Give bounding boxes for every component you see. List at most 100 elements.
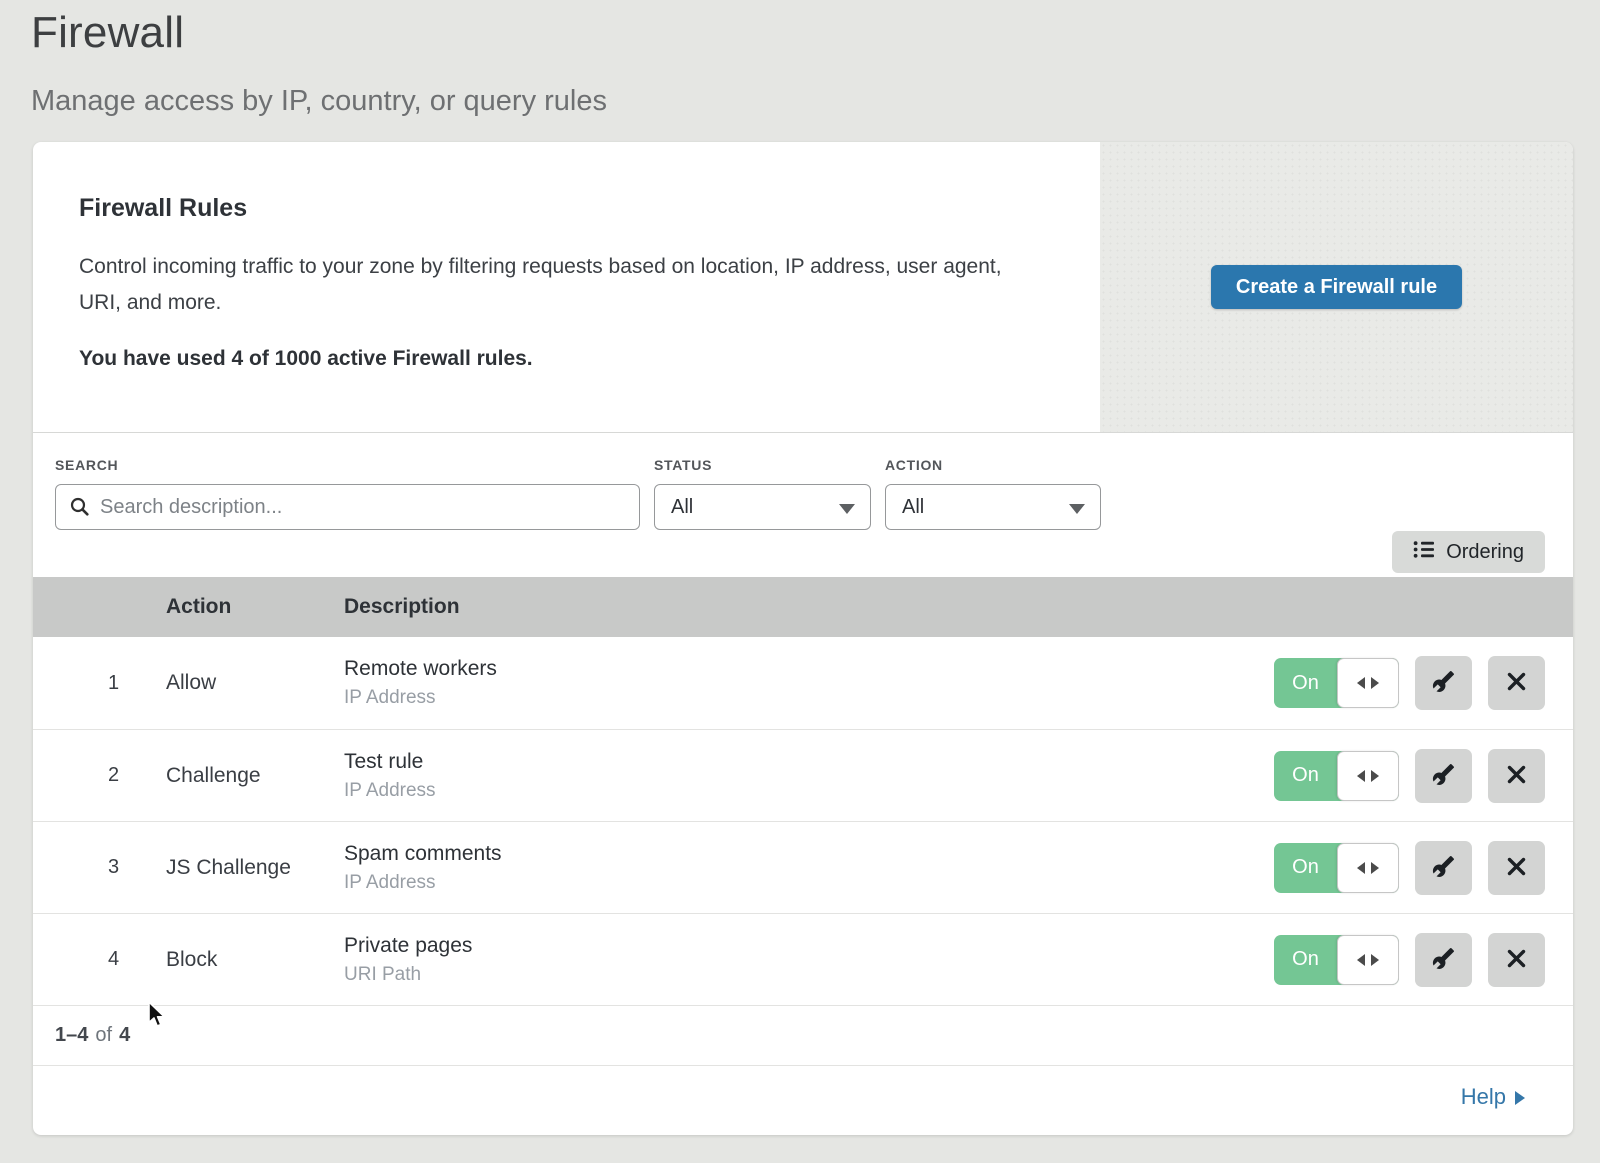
toggle-drag-arrows-icon — [1371, 862, 1379, 874]
delete-rule-button[interactable] — [1488, 749, 1545, 803]
edit-rule-button[interactable] — [1415, 933, 1472, 987]
help-link[interactable]: Help — [1461, 1084, 1525, 1110]
toggle-handle[interactable] — [1337, 935, 1399, 985]
action-column-header: Action — [166, 595, 344, 619]
ordering-button[interactable]: Ordering — [1392, 531, 1545, 573]
intro-description: Control incoming traffic to your zone by… — [79, 249, 1029, 321]
action-label: ACTION — [885, 457, 1101, 473]
rule-description-cell: Remote workers IP Address — [344, 657, 1274, 709]
rule-action: JS Challenge — [166, 856, 344, 880]
rule-description-cell: Test rule IP Address — [344, 750, 1274, 802]
action-select[interactable]: All — [885, 484, 1101, 530]
search-label: SEARCH — [55, 457, 640, 473]
toggle-drag-arrows-icon — [1371, 677, 1379, 689]
rule-description: Spam comments — [344, 842, 1274, 866]
rule-priority: 1 — [108, 672, 166, 695]
rule-enabled-toggle[interactable]: On — [1274, 751, 1399, 801]
delete-rule-button[interactable] — [1488, 841, 1545, 895]
usage-note: You have used 4 of 1000 active Firewall … — [79, 347, 1060, 371]
toggle-drag-arrows-icon — [1357, 770, 1365, 782]
table-row: 1 Allow Remote workers IP Address On — [33, 637, 1573, 729]
search-icon — [69, 496, 90, 522]
delete-x-icon — [1506, 948, 1527, 972]
status-filter-group: STATUS All — [654, 457, 871, 577]
rule-description: Remote workers — [344, 657, 1274, 681]
edit-rule-button[interactable] — [1415, 841, 1472, 895]
rule-match-type: IP Address — [344, 780, 1274, 802]
rule-match-type: IP Address — [344, 872, 1274, 894]
status-select-value: All — [671, 496, 693, 519]
table-row: 2 Challenge Test rule IP Address On — [33, 729, 1573, 821]
rule-description-cell: Private pages URI Path — [344, 934, 1274, 986]
page-header: Firewall Manage access by IP, country, o… — [0, 0, 1600, 118]
rule-enabled-toggle[interactable]: On — [1274, 843, 1399, 893]
status-select[interactable]: All — [654, 484, 871, 530]
page-subtitle: Manage access by IP, country, or query r… — [31, 85, 1600, 118]
rule-action: Block — [166, 948, 344, 972]
edit-wrench-icon — [1432, 855, 1455, 881]
rule-controls: On — [1274, 656, 1545, 710]
search-input[interactable] — [55, 484, 640, 530]
toggle-state-label: On — [1274, 856, 1337, 879]
intro-text-block: Firewall Rules Control incoming traffic … — [33, 142, 1100, 432]
toggle-state-label: On — [1274, 764, 1337, 787]
chevron-down-icon — [1069, 504, 1085, 514]
rule-priority: 4 — [108, 948, 166, 971]
rule-action: Allow — [166, 671, 344, 695]
rule-description-cell: Spam comments IP Address — [344, 842, 1274, 894]
table-row: 4 Block Private pages URI Path On — [33, 913, 1573, 1005]
edit-rule-button[interactable] — [1415, 656, 1472, 710]
table-row: 3 JS Challenge Spam comments IP Address … — [33, 821, 1573, 913]
card-footer: Help — [33, 1065, 1573, 1128]
rule-match-type: URI Path — [344, 964, 1274, 986]
rule-enabled-toggle[interactable]: On — [1274, 935, 1399, 985]
rule-controls: On — [1274, 933, 1545, 987]
toggle-drag-arrows-icon — [1357, 954, 1365, 966]
rule-match-type: IP Address — [344, 687, 1274, 709]
pagination-range: 1–4 — [55, 1024, 88, 1047]
rule-priority: 2 — [108, 764, 166, 787]
filters-bar: SEARCH STATUS All ACTION All — [33, 433, 1573, 577]
rule-action: Challenge — [166, 764, 344, 788]
edit-wrench-icon — [1432, 763, 1455, 789]
ordering-list-icon — [1413, 540, 1435, 565]
toggle-handle[interactable] — [1337, 751, 1399, 801]
ordering-button-label: Ordering — [1446, 541, 1524, 564]
toggle-drag-arrows-icon — [1357, 862, 1365, 874]
intro-section: Firewall Rules Control incoming traffic … — [33, 142, 1573, 433]
rules-table-body: 1 Allow Remote workers IP Address On — [33, 637, 1573, 1005]
pagination-of: of — [95, 1024, 112, 1047]
pagination-row: 1–4 of 4 — [33, 1005, 1573, 1065]
rule-controls: On — [1274, 841, 1545, 895]
edit-wrench-icon — [1432, 670, 1455, 696]
toggle-handle[interactable] — [1337, 843, 1399, 893]
description-column-header: Description — [344, 595, 1545, 619]
delete-x-icon — [1506, 856, 1527, 880]
rule-priority: 3 — [108, 856, 166, 879]
toggle-drag-arrows-icon — [1357, 677, 1365, 689]
delete-x-icon — [1506, 671, 1527, 695]
delete-rule-button[interactable] — [1488, 656, 1545, 710]
help-arrow-icon — [1515, 1091, 1525, 1105]
firewall-rules-card: Firewall Rules Control incoming traffic … — [33, 142, 1573, 1135]
toggle-state-label: On — [1274, 672, 1337, 695]
delete-x-icon — [1506, 764, 1527, 788]
action-filter-group: ACTION All — [885, 457, 1101, 577]
rule-controls: On — [1274, 749, 1545, 803]
status-label: STATUS — [654, 457, 871, 473]
intro-heading: Firewall Rules — [79, 194, 1060, 223]
rule-description: Test rule — [344, 750, 1274, 774]
create-firewall-rule-button[interactable]: Create a Firewall rule — [1211, 265, 1462, 309]
table-header: Action Description — [33, 577, 1573, 637]
rule-enabled-toggle[interactable]: On — [1274, 658, 1399, 708]
toggle-handle[interactable] — [1337, 658, 1399, 708]
edit-rule-button[interactable] — [1415, 749, 1472, 803]
search-filter-group: SEARCH — [55, 457, 640, 577]
rule-description: Private pages — [344, 934, 1274, 958]
edit-wrench-icon — [1432, 947, 1455, 973]
page-title: Firewall — [31, 10, 1600, 56]
delete-rule-button[interactable] — [1488, 933, 1545, 987]
toggle-drag-arrows-icon — [1371, 770, 1379, 782]
toggle-state-label: On — [1274, 948, 1337, 971]
pagination-total: 4 — [119, 1024, 130, 1047]
